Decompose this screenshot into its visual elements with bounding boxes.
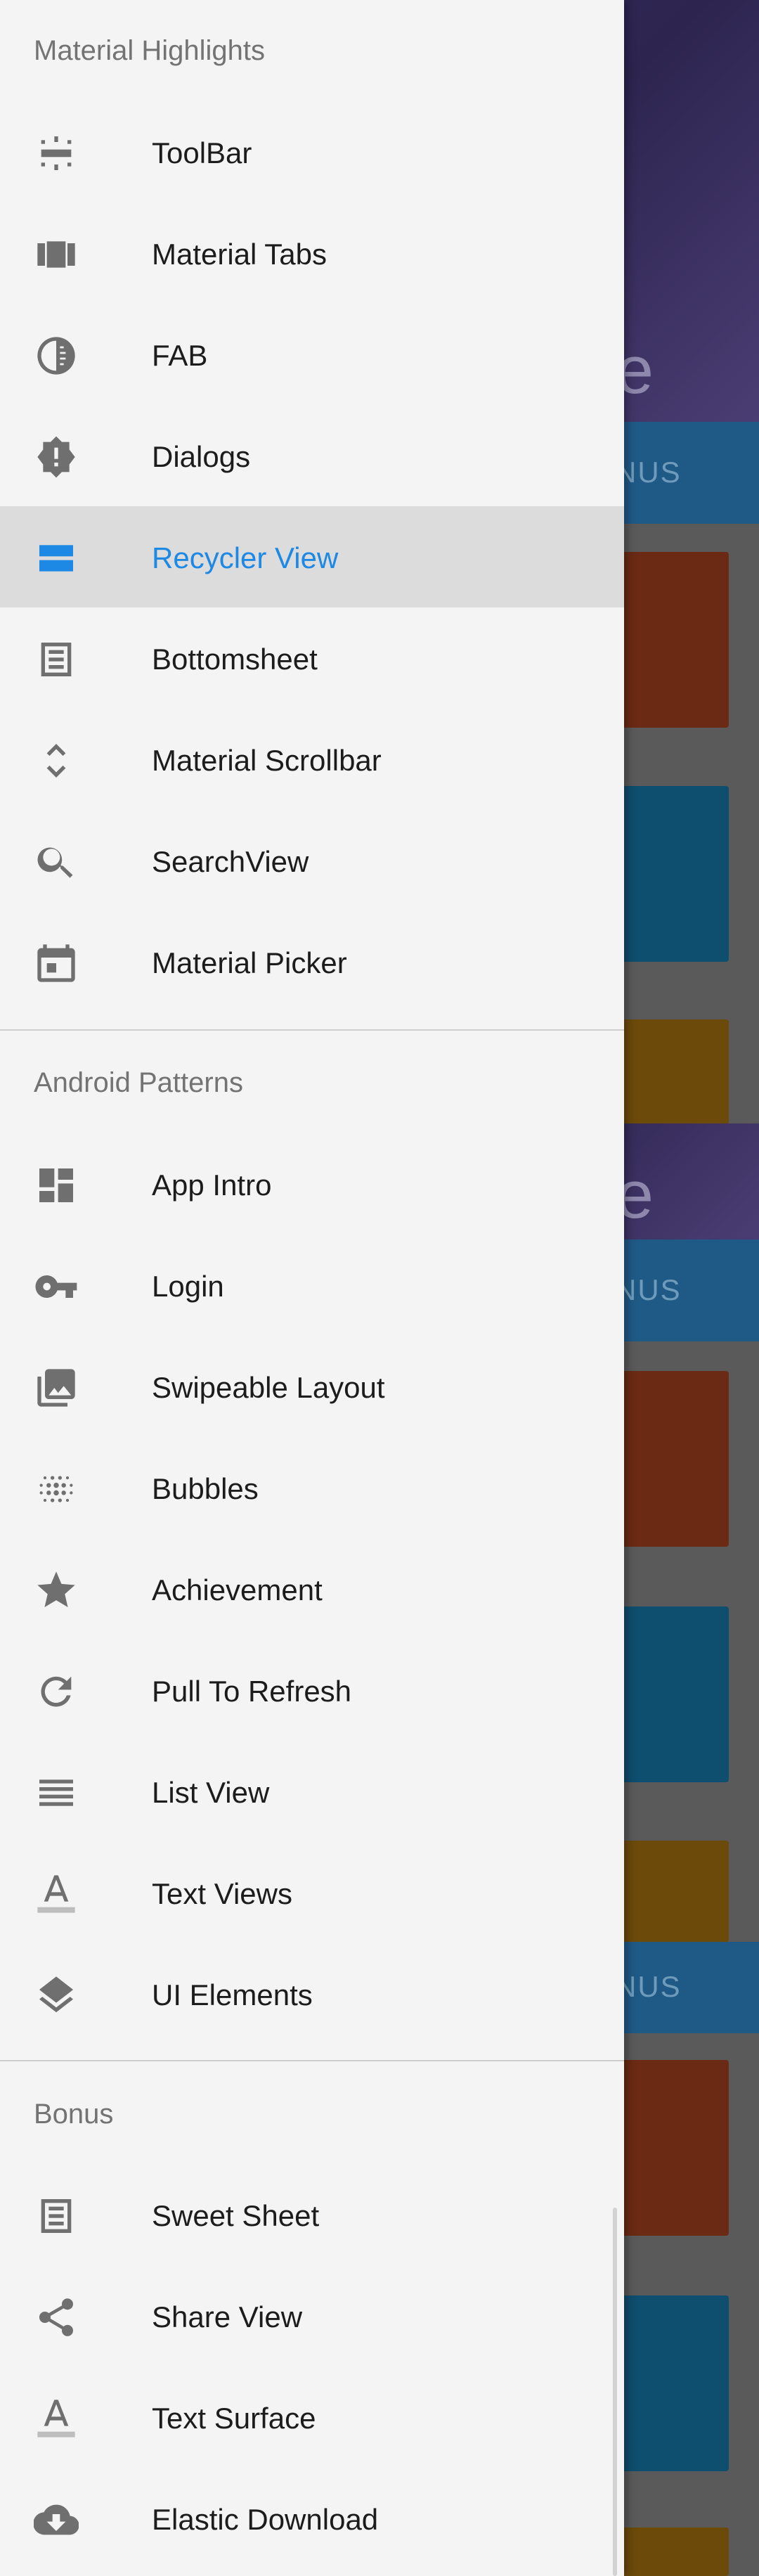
calendar-icon — [34, 941, 79, 986]
drawer-item-toolbar[interactable]: ToolBar — [0, 101, 624, 202]
section-header-bonus: Bonus — [34, 2099, 114, 2130]
share-icon — [34, 2295, 79, 2340]
drawer-item-elastic-download[interactable]: Elastic Download — [0, 2468, 624, 2569]
drawer-item-material-tabs[interactable]: Material Tabs — [0, 202, 624, 304]
drawer-item-label: Text Surface — [152, 2402, 316, 2435]
drawer-item-ui-elements[interactable]: UI Elements — [0, 1943, 624, 2044]
drawer-item-label: Share View — [152, 2300, 303, 2333]
drawer-item-searchview[interactable]: SearchView — [0, 810, 624, 911]
drawer-item-swipeable-layout[interactable]: Swipeable Layout — [0, 1336, 624, 1437]
toolbar-icon — [34, 131, 79, 176]
layers-icon — [34, 1973, 79, 2018]
drawer-item-material-scrollbar[interactable]: Material Scrollbar — [0, 709, 624, 810]
refresh-icon — [34, 1669, 79, 1714]
drawer-item-text-views[interactable]: Text Views — [0, 1842, 624, 1943]
fab-icon — [34, 333, 79, 378]
drawer-item-label: Pull To Refresh — [152, 1675, 352, 1708]
recycler-view-icon — [34, 536, 79, 581]
section-divider — [0, 2060, 624, 2061]
list-icon — [34, 1770, 79, 1815]
cloud-download-icon — [34, 2497, 79, 2542]
text-format-icon — [34, 1872, 79, 1917]
drawer-item-label: FAB — [152, 339, 208, 372]
drawer-item-label: Login — [152, 1270, 224, 1303]
search-icon — [34, 839, 79, 884]
drawer-item-label: Bottomsheet — [152, 643, 318, 676]
dialogs-icon — [34, 434, 79, 479]
tabs-icon — [34, 232, 79, 277]
drawer-item-label: Bubbles — [152, 1472, 259, 1505]
sheet-icon — [34, 2194, 79, 2239]
drawer-item-label: UI Elements — [152, 1978, 313, 2011]
drawer-item-label: Sweet Sheet — [152, 2199, 320, 2232]
drawer-item-dialogs[interactable]: Dialogs — [0, 405, 624, 506]
drawer-scrollbar[interactable] — [613, 2208, 617, 2576]
drawer-item-text-surface[interactable]: Text Surface — [0, 2366, 624, 2468]
drawer-item-label: Recycler View — [152, 541, 339, 574]
drawer-item-sweet-sheet[interactable]: Sweet Sheet — [0, 2164, 624, 2265]
drawer-item-label: Swipeable Layout — [152, 1371, 385, 1404]
drawer-item-label: ToolBar — [152, 136, 252, 169]
bubbles-icon — [34, 1467, 79, 1512]
drawer-item-bottomsheet[interactable]: Bottomsheet — [0, 607, 624, 709]
drawer-item-label: Material Picker — [152, 946, 347, 979]
photo-library-icon — [34, 1365, 79, 1410]
drawer-item-label: Text Views — [152, 1877, 292, 1910]
drawer-item-fab[interactable]: FAB — [0, 304, 624, 405]
drawer-item-label: Elastic Download — [152, 2503, 379, 2536]
bottomsheet-icon — [34, 637, 79, 682]
text-format-icon — [34, 2396, 79, 2441]
drawer-item-label: App Intro — [152, 1168, 272, 1202]
section-header-android-patterns: Android Patterns — [34, 1067, 243, 1098]
drawer-item-label: SearchView — [152, 845, 309, 878]
drawer-item-app-intro[interactable]: App Intro — [0, 1133, 624, 1235]
scrollbar-icon — [34, 738, 79, 783]
drawer-item-share-view[interactable]: Share View — [0, 2265, 624, 2366]
star-icon — [34, 1568, 79, 1613]
drawer-item-label: Material Tabs — [152, 238, 327, 271]
drawer-item-label: Achievement — [152, 1573, 323, 1606]
drawer-item-bubbles[interactable]: Bubbles — [0, 1437, 624, 1538]
section-divider — [0, 1029, 624, 1031]
drawer-item-login[interactable]: Login — [0, 1235, 624, 1336]
drawer-item-material-picker[interactable]: Material Picker — [0, 911, 624, 1012]
drawer-item-achievement[interactable]: Achievement — [0, 1538, 624, 1640]
key-icon — [34, 1264, 79, 1309]
section-header-material-highlights: Material Highlights — [34, 35, 266, 66]
drawer-item-label: List View — [152, 1776, 270, 1809]
drawer-item-pull-to-refresh[interactable]: Pull To Refresh — [0, 1640, 624, 1741]
drawer-item-recycler-view[interactable]: Recycler View — [0, 506, 624, 607]
drawer-item-label: Dialogs — [152, 440, 251, 473]
drawer-item-label: Material Scrollbar — [152, 744, 382, 777]
navigation-drawer: Material Highlights ToolBar Material Tab… — [0, 0, 624, 2576]
dashboard-icon — [34, 1163, 79, 1208]
drawer-item-list-view[interactable]: List View — [0, 1741, 624, 1842]
